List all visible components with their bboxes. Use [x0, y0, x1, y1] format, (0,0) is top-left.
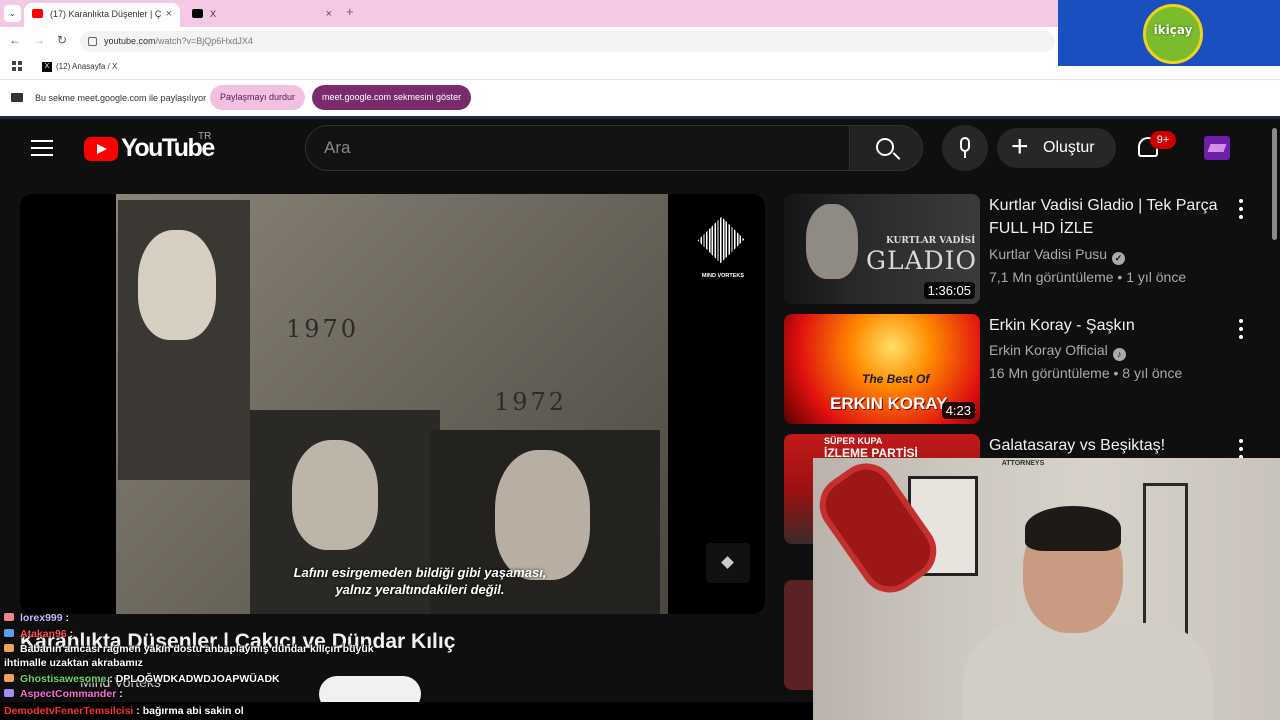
- chat-message: Ghostisawesome : DPLOĞWDKADWDJOAPWÜADK: [4, 673, 280, 685]
- create-label: Oluştur: [1043, 139, 1095, 156]
- tab-title: (17) Karanlıkta Düşenler | Ç: [50, 9, 162, 19]
- more-options-icon[interactable]: [1239, 319, 1244, 343]
- person-sweater: [963, 623, 1213, 720]
- wall-sign: ATTORNEYS: [1001, 460, 1045, 467]
- forward-arrow-icon[interactable]: →: [33, 33, 45, 47]
- stream-chat-overlay: lorex999 : Atakan96 : Babanın amcası rağ…: [0, 610, 520, 720]
- account-avatar[interactable]: [1204, 136, 1230, 160]
- chat-message: lorex999 :: [4, 612, 69, 624]
- duration-badge: 1:36:05: [923, 282, 975, 299]
- recommendation-title[interactable]: Galatasaray vs Beşiktaş!: [989, 434, 1219, 457]
- verified-check-icon: ✓: [1112, 252, 1126, 265]
- photo-year-label: 1970: [286, 315, 360, 343]
- photo-portrait-left: [118, 200, 250, 480]
- plus-icon: +: [1011, 130, 1029, 163]
- apps-grid-icon[interactable]: [12, 61, 22, 71]
- search-icon: [876, 138, 894, 156]
- reload-icon[interactable]: ↻: [57, 33, 67, 47]
- logo-text: ikiçay: [1153, 23, 1193, 37]
- scrollbar-thumb[interactable]: [1272, 128, 1277, 240]
- chat-message: Atakan96 :: [4, 628, 73, 640]
- url-path: /watch?v=BjQp6HxdJX4: [155, 36, 253, 46]
- region-code: TR: [198, 131, 212, 142]
- sharing-message: Bu sekme meet.google.com ile paylaşılıyo…: [35, 93, 207, 103]
- recommendation-meta: 7,1 Mn görüntüleme • 1 yıl önce: [989, 269, 1187, 285]
- address-bar[interactable]: youtube.com/watch?v=BjQp6HxdJX4: [80, 31, 1055, 52]
- recommendation-meta: 16 Mn görüntüleme • 8 yıl önce: [989, 365, 1183, 381]
- chat-message: ihtimalle uzaktan akrabamız: [4, 657, 143, 669]
- recommendation-title[interactable]: Kurtlar Vadisi Gladio | Tek Parça FULL H…: [989, 194, 1219, 240]
- show-meet-tab-button[interactable]: meet.google.com sekmesini göster: [312, 85, 472, 110]
- duration-badge: 4:23: [941, 402, 975, 419]
- tab-search-dropdown[interactable]: ⌄: [4, 5, 21, 22]
- tab-youtube[interactable]: (17) Karanlıkta Düşenler | Ç ×: [24, 3, 180, 27]
- youtube-favicon-icon: [32, 9, 43, 18]
- video-subtitle: Lafını esirgemeden bildiği gibi yaşaması…: [293, 565, 547, 597]
- tab-close-icon[interactable]: ×: [166, 3, 172, 25]
- stop-sharing-button[interactable]: Paylaşmayı durdur: [210, 85, 306, 110]
- chat-message: DemodetvFenerTemsilcisi : bağırma abi sa…: [4, 705, 244, 717]
- site-info-icon[interactable]: [88, 37, 97, 46]
- music-note-icon: ♪: [1112, 348, 1126, 361]
- recommendation-thumbnail[interactable]: The Best Of ERKIN KORAY 4:23: [784, 314, 980, 424]
- microphone-icon: [960, 137, 970, 152]
- tab-close-icon[interactable]: ×: [326, 3, 332, 25]
- notification-badge: 9+: [1150, 131, 1176, 149]
- tab-x[interactable]: X ×: [184, 3, 340, 27]
- hamburger-menu-icon[interactable]: [31, 140, 53, 156]
- bookmark-x-home[interactable]: X (12) Anasayfa / X: [42, 61, 117, 73]
- recommendation-channel[interactable]: Erkin Koray Official ♪: [989, 340, 1126, 361]
- chat-message: Babanın amcası rağmen yakın dostu ahbapl…: [4, 643, 374, 655]
- chat-message: AspectCommander :: [4, 688, 123, 700]
- person-hair: [1025, 506, 1121, 551]
- search-input[interactable]: Ara: [305, 125, 849, 171]
- tab-title: X: [210, 9, 217, 19]
- search-button[interactable]: [849, 125, 923, 171]
- recommendation-title[interactable]: Erkin Koray - Şaşkın: [989, 314, 1219, 337]
- recommendation-thumbnail[interactable]: [784, 580, 814, 690]
- screen-share-icon: [11, 93, 23, 102]
- x-logo-icon: X: [42, 62, 52, 72]
- create-button[interactable]: + Oluştur: [997, 128, 1116, 168]
- bookmark-label: (12) Anasayfa / X: [56, 62, 118, 71]
- photo-year-label: 1972: [494, 388, 568, 416]
- recommendation-channel[interactable]: Kurtlar Vadisi Pusu ✓: [989, 244, 1126, 265]
- webcam-overlay: ATTORNEYS: [813, 458, 1280, 720]
- youtube-logo-icon[interactable]: [84, 137, 118, 161]
- voice-search-button[interactable]: [942, 125, 988, 171]
- x-favicon-icon: [192, 9, 203, 18]
- more-options-icon[interactable]: [1239, 199, 1244, 223]
- watermark-label: MIND VORTEKS: [701, 273, 745, 279]
- url-host: youtube.com: [104, 36, 156, 46]
- player-overlay-button[interactable]: [706, 543, 750, 583]
- new-tab-button[interactable]: +: [346, 4, 354, 19]
- back-arrow-icon[interactable]: ←: [9, 33, 21, 47]
- recommendation-thumbnail[interactable]: KURTLAR VADİSİ GLADIO 1:36:05: [784, 194, 980, 304]
